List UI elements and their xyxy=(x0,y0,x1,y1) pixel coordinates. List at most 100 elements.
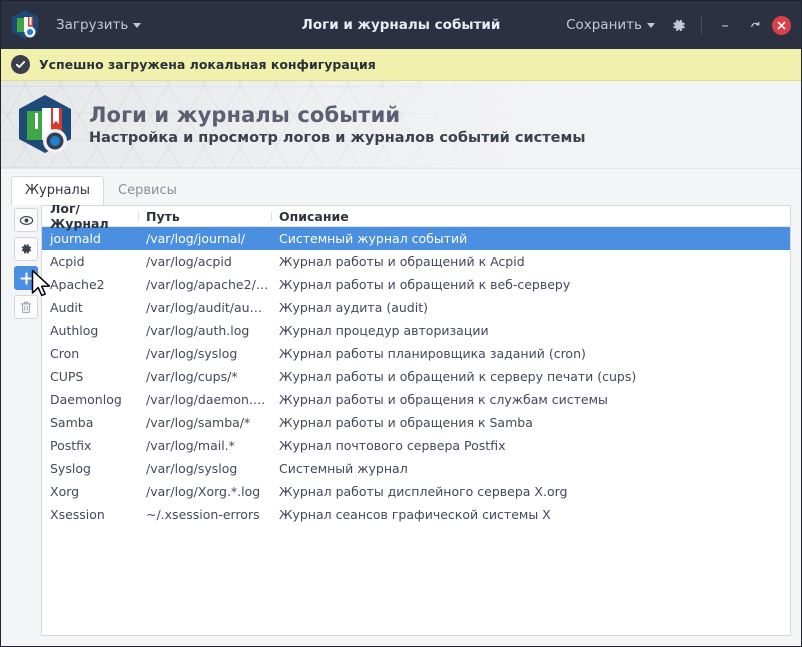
table-header-row: Лог/Журнал Путь Описание xyxy=(42,205,790,231)
chevron-down-icon xyxy=(647,22,655,28)
gear-icon xyxy=(21,244,32,254)
cell-log-path: /var/log/daemon.… xyxy=(146,392,266,407)
cell-log-path: /var/log/Xorg.*.log xyxy=(146,484,261,499)
cell-log-path: ~/.xsession-errors xyxy=(146,507,260,522)
load-menu-label: Загрузить xyxy=(56,17,129,33)
notification-bar: Успешно загружена локальная конфигурация xyxy=(1,49,801,81)
cell-log-name: Acpid xyxy=(50,254,85,269)
minimize-button[interactable]: – xyxy=(712,12,738,38)
titlebar: Загрузить Логи и журналы событий Сохрани… xyxy=(1,1,801,49)
table-row[interactable]: Apache2/var/log/apache2/… Журнал работы и… xyxy=(42,273,790,296)
page-title: Логи и журналы событий xyxy=(89,103,401,127)
cell-log-path: /var/log/apache2/… xyxy=(146,277,269,292)
app-logo-icon xyxy=(10,9,40,41)
logs-table-panel: Лог/Журнал Путь Описание journald/var/lo… xyxy=(41,205,791,636)
cell-log-description: Журнал работы и обращения к службам сист… xyxy=(279,392,608,407)
gear-icon xyxy=(672,19,685,31)
banner-logo-icon xyxy=(15,93,75,157)
table-row[interactable]: Acpid/var/log/acpid Журнал работы и обращ… xyxy=(42,250,790,273)
table-row[interactable]: Samba/var/log/samba/* Журнал работы и обр… xyxy=(42,411,790,434)
side-toolbar xyxy=(11,205,41,636)
column-header-description[interactable]: Описание xyxy=(271,209,790,224)
tab-label: Журналы xyxy=(25,183,90,198)
cell-log-path: /var/log/syslog xyxy=(146,461,238,476)
notification-text: Успешно загружена локальная конфигурация xyxy=(39,57,376,72)
tab-label: Сервисы xyxy=(118,183,177,198)
tab-zhurnaly[interactable]: Журналы xyxy=(11,176,104,206)
save-menu-button[interactable]: Сохранить xyxy=(560,13,661,37)
cell-log-description: Журнал процедур авторизации xyxy=(279,323,489,338)
table-row[interactable]: CUPS/var/log/cups/* Журнал работы и обращ… xyxy=(42,365,790,388)
cell-log-path: /var/log/samba/* xyxy=(146,415,251,430)
cell-log-description: Журнал почтового сервера Postfix xyxy=(279,438,506,453)
plus-icon xyxy=(19,271,33,285)
cell-log-name: Xorg xyxy=(50,484,80,499)
trash-icon xyxy=(21,301,31,313)
minimize-label: – xyxy=(721,15,729,34)
table-row[interactable]: Xsession ~/.xsession-errors Журнал сеансов… xyxy=(42,503,790,526)
check-circle-icon xyxy=(11,55,30,74)
cell-log-description: Системный журнал событий xyxy=(279,231,468,246)
cell-log-path: /var/log/auth.log xyxy=(146,323,250,338)
tab-bar: Журналы Сервисы xyxy=(1,169,801,206)
view-button[interactable] xyxy=(14,208,38,232)
table-row[interactable]: Cron/var/log/syslog Журнал работы планиро… xyxy=(42,342,790,365)
save-menu-label: Сохранить xyxy=(566,17,642,33)
delete-button[interactable] xyxy=(14,295,38,319)
maximize-button[interactable] xyxy=(742,12,768,38)
cell-log-description: Журнал работы и обращений к Acpid xyxy=(279,254,525,269)
add-button[interactable] xyxy=(14,266,38,290)
app-window: Загрузить Логи и журналы событий Сохрани… xyxy=(0,0,802,647)
cell-log-description: Журнал работы и обращений к серверу печа… xyxy=(279,369,637,384)
cell-log-path: /var/log/syslog xyxy=(146,346,238,361)
table-row[interactable]: Authlog/var/log/auth.log Журнал процедур … xyxy=(42,319,790,342)
cell-log-name: Authlog xyxy=(50,323,99,338)
column-header-path[interactable]: Путь xyxy=(138,209,271,224)
close-icon xyxy=(777,21,786,29)
cell-log-path: /var/log/journal/ xyxy=(146,231,246,246)
cell-log-name: Apache2 xyxy=(50,277,105,292)
cell-log-description: Журнал аудита (audit) xyxy=(279,300,428,315)
settings-button[interactable] xyxy=(665,12,691,38)
tab-servisy[interactable]: Сервисы xyxy=(104,176,191,205)
settings-button[interactable] xyxy=(14,237,38,261)
eye-icon xyxy=(19,215,33,225)
table-row[interactable]: Xorg/var/log/Xorg.*.log Журнал работы дис… xyxy=(42,480,790,503)
cell-log-name: Xsession xyxy=(50,507,105,522)
content-area: Лог/Журнал Путь Описание journald/var/lo… xyxy=(1,205,801,646)
cell-log-description: Журнал сеансов графической системы X xyxy=(279,507,551,522)
restore-icon xyxy=(750,21,759,27)
table-body: journald/var/log/journal/Системный журна… xyxy=(42,227,790,635)
cell-log-name: Daemonlog xyxy=(50,392,122,407)
page-banner: Логи и журналы событий Настройка и просм… xyxy=(1,81,801,169)
cell-log-description: Журнал работы и обращения к Samba xyxy=(279,415,533,430)
banner-text-block: Логи и журналы событий Настройка и просм… xyxy=(89,103,585,146)
cell-log-name: Postfix xyxy=(50,438,92,453)
table-row[interactable]: Audit/var/log/audit/au… Журнал аудита (au… xyxy=(42,296,790,319)
table-row[interactable]: journald/var/log/journal/Системный журна… xyxy=(42,227,790,250)
cell-log-path: /var/log/mail.* xyxy=(146,438,235,453)
titlebar-divider xyxy=(701,16,702,34)
column-header-name[interactable]: Лог/Журнал xyxy=(42,205,138,231)
load-menu-button[interactable]: Загрузить xyxy=(50,13,147,37)
cell-log-description: Журнал работы дисплейного сервера X.org xyxy=(279,484,568,499)
cell-log-path: /var/log/cups/* xyxy=(146,369,238,384)
titlebar-controls: Сохранить – xyxy=(560,12,791,38)
cell-log-description: Журнал работы планировщика заданий (cron… xyxy=(279,346,586,361)
page-subtitle: Настройка и просмотр логов и журналов со… xyxy=(89,130,586,146)
cell-log-name: journald xyxy=(50,231,101,246)
chevron-down-icon xyxy=(133,22,142,28)
cell-log-name: CUPS xyxy=(50,369,84,384)
cell-log-description: Системный журнал xyxy=(279,461,408,476)
cell-log-name: Samba xyxy=(50,415,94,430)
table-row[interactable]: Syslog/var/log/syslog Системный журнал xyxy=(42,457,790,480)
cell-log-name: Syslog xyxy=(50,461,91,476)
cell-log-path: /var/log/acpid xyxy=(146,254,232,269)
close-button[interactable] xyxy=(772,15,791,35)
table-row[interactable]: Daemonlog/var/log/daemon.… Журнал работы … xyxy=(42,388,790,411)
cell-log-description: Журнал работы и обращений к веб-серверу xyxy=(279,277,571,292)
table-row[interactable]: Postfix/var/log/mail.* Журнал почтового с… xyxy=(42,434,790,457)
cell-log-name: Cron xyxy=(50,346,80,361)
cell-log-path: /var/log/audit/au… xyxy=(146,300,263,315)
cell-log-name: Audit xyxy=(50,300,83,315)
